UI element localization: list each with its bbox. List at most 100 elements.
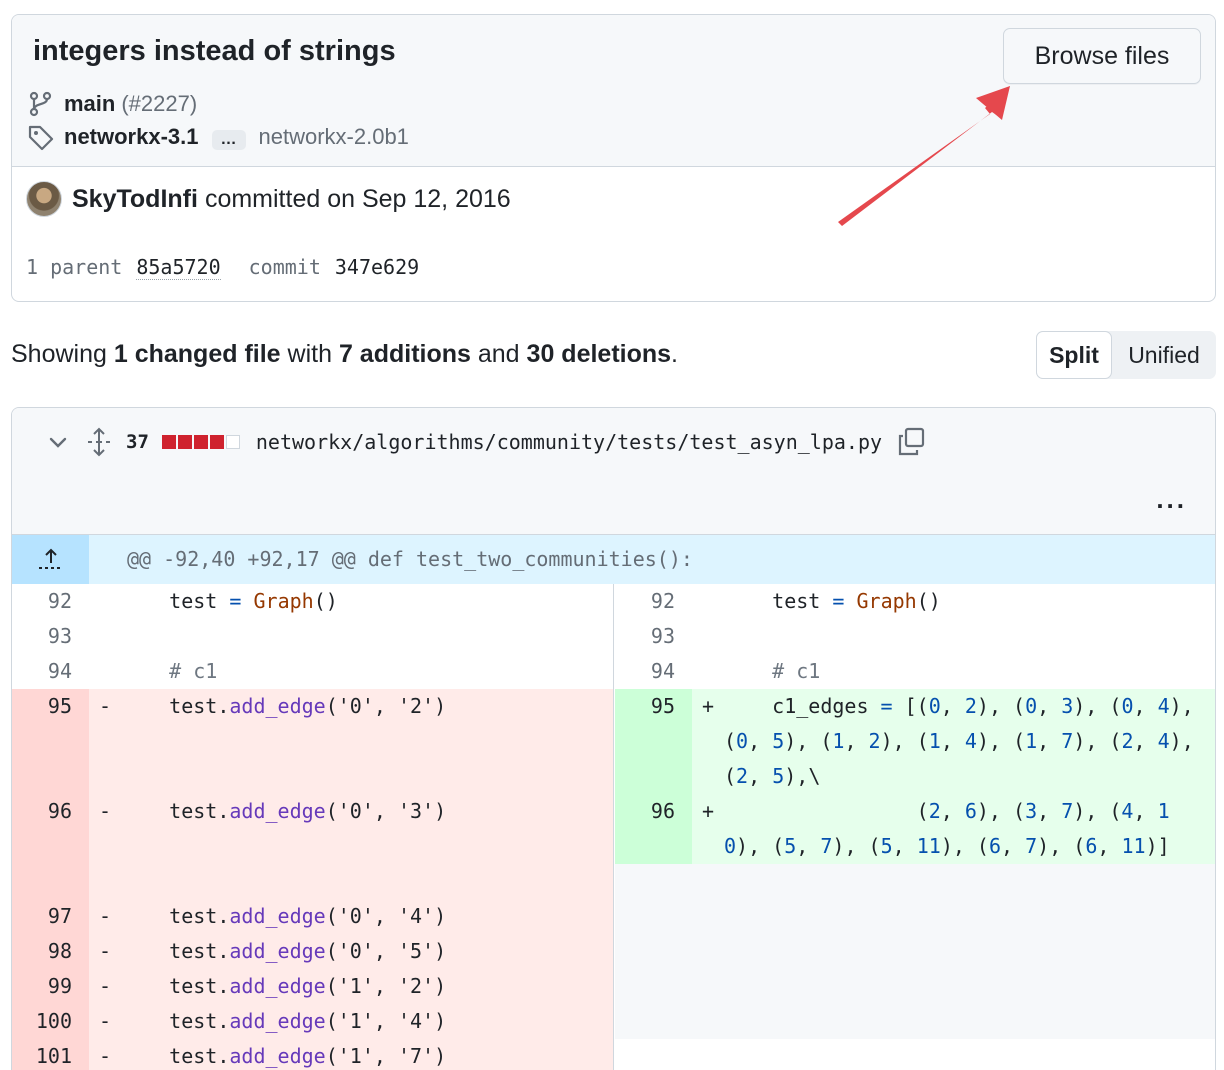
- file-path-link[interactable]: networkx/algorithms/community/tests/test…: [256, 430, 882, 454]
- browse-files-button[interactable]: Browse files: [1003, 28, 1201, 84]
- parent-label: 1 parent: [26, 255, 123, 279]
- avatar[interactable]: [26, 181, 62, 217]
- hunk-header-text: @@ -92,40 +92,17 @@ def test_two_communi…: [127, 547, 693, 571]
- diff-line: 92 test = Graph(): [615, 584, 1215, 619]
- chevron-down-icon[interactable]: [46, 430, 70, 454]
- summary-changed-files[interactable]: 1 changed file: [114, 340, 281, 368]
- summary-deletions: 30 deletions: [526, 340, 672, 368]
- commit-summary-panel: integers instead of strings Browse files…: [12, 15, 1215, 167]
- line-sign: +: [701, 694, 715, 718]
- line-number[interactable]: 92: [615, 584, 692, 619]
- line-code: test.add_edge('0', '3'): [121, 799, 447, 823]
- diff-line-deleted: 99 - test.add_edge('1', '2'): [12, 969, 613, 1004]
- line-sign: [89, 654, 121, 689]
- author-row: SkyTodInfi committed on Sep 12, 2016: [26, 181, 511, 217]
- summary-additions: 7 additions: [338, 340, 471, 368]
- git-branch-icon: [29, 91, 52, 117]
- copy-icon[interactable]: [896, 427, 926, 457]
- diff-line-deleted: 98 - test.add_edge('0', '5'): [12, 934, 613, 969]
- author-link[interactable]: SkyTodInfi: [72, 185, 198, 214]
- diffstat-block-deletion: [177, 435, 192, 449]
- left-diff-pane: 92 test = Graph() 93 94 # c1 95 - test.a…: [12, 584, 614, 1070]
- diff-line-added: 95 + c1_edges = [(0, 2), (0, 3), (0, 4),…: [615, 689, 1215, 794]
- line-number[interactable]: 99: [12, 969, 89, 1004]
- file-diff: 37 networkx/algorithms/community/tests/t…: [11, 407, 1216, 1070]
- pr-reference[interactable]: (#2227): [121, 91, 197, 117]
- line-sign: -: [98, 694, 112, 718]
- line-sign: -: [98, 974, 112, 998]
- kebab-icon[interactable]: ...: [1156, 486, 1187, 512]
- diff-view-toggle: Split Unified: [1036, 331, 1216, 379]
- diffstat-block-deletion: [161, 435, 176, 449]
- line-sign: -: [98, 1009, 112, 1033]
- line-number[interactable]: 101: [12, 1039, 89, 1070]
- expand-icon[interactable]: [86, 427, 112, 457]
- split-view-button[interactable]: Split: [1036, 331, 1112, 379]
- line-code: # c1: [121, 659, 218, 683]
- commit-sha: 347e629: [334, 255, 420, 279]
- empty-diff-filler: [615, 864, 1215, 1039]
- diffstat-bar: [161, 435, 242, 449]
- line-code: # c1: [724, 659, 821, 683]
- change-count: 37: [126, 431, 149, 453]
- line-code: test.add_edge('1', '7'): [121, 1044, 447, 1068]
- unified-view-button[interactable]: Unified: [1112, 331, 1216, 379]
- tag-row: networkx-3.1 … networkx-2.0b1: [27, 122, 409, 152]
- line-number[interactable]: 96: [615, 794, 692, 864]
- diff-line-deleted: 97 - test.add_edge('0', '4'): [12, 899, 613, 934]
- line-sign: [692, 584, 724, 619]
- line-number[interactable]: 95: [12, 689, 89, 794]
- diff-line-deleted: 95 - test.add_edge('0', '2'): [12, 689, 613, 794]
- line-sign: -: [98, 1044, 112, 1068]
- parent-sha-link[interactable]: 85a5720: [136, 255, 221, 280]
- line-code: test.add_edge('0', '2'): [121, 694, 447, 718]
- line-code: test = Graph(): [724, 589, 941, 613]
- committed-date: committed on Sep 12, 2016: [204, 184, 511, 213]
- line-code: test.add_edge('0', '5'): [121, 939, 447, 963]
- diff-line: 94 # c1: [615, 654, 1215, 689]
- branch-row: main (#2227): [27, 89, 197, 119]
- line-sign: [89, 619, 121, 654]
- diff-line: 92 test = Graph(): [12, 584, 613, 619]
- diff-line-deleted: 96 - test.add_edge('0', '3'): [12, 794, 613, 899]
- branch-link[interactable]: main: [64, 91, 115, 117]
- line-number[interactable]: 96: [12, 794, 89, 899]
- file-header: 37 networkx/algorithms/community/tests/t…: [12, 408, 1215, 535]
- tag-oldest-link[interactable]: networkx-2.0b1: [259, 124, 409, 150]
- line-number[interactable]: 93: [615, 619, 692, 654]
- right-diff-pane: 92 test = Graph() 93 94 # c1 95 + c1_edg…: [615, 584, 1215, 1070]
- commit-title: integers instead of strings: [33, 35, 396, 67]
- line-number[interactable]: 98: [12, 934, 89, 969]
- line-number[interactable]: 94: [615, 654, 692, 689]
- commit-meta: 1 parent 85a5720 commit 347e629: [26, 255, 419, 280]
- line-sign: -: [98, 904, 112, 928]
- line-code: test = Graph(): [121, 589, 338, 613]
- tags-expand-button[interactable]: …: [211, 130, 246, 150]
- hunk-header: @@ -92,40 +92,17 @@ def test_two_communi…: [12, 535, 1215, 584]
- commit-label: commit: [248, 255, 321, 279]
- summary-with: with: [287, 340, 332, 368]
- line-number[interactable]: 92: [12, 584, 89, 619]
- line-number[interactable]: 93: [12, 619, 89, 654]
- line-code: test.add_edge('0', '4'): [121, 904, 447, 928]
- summary-showing: Showing: [11, 340, 107, 368]
- line-sign: +: [701, 799, 715, 823]
- line-number[interactable]: 95: [615, 689, 692, 794]
- diff-line-deleted: 101 - test.add_edge('1', '7'): [12, 1039, 613, 1070]
- tag-latest-link[interactable]: networkx-3.1: [64, 124, 199, 150]
- line-number[interactable]: 100: [12, 1004, 89, 1039]
- diff-line: 93: [12, 619, 613, 654]
- diff-line-added: 96 + (2, 6), (3, 7), (4, 10), (5, 7), (5…: [615, 794, 1215, 864]
- expand-up-icon[interactable]: [12, 535, 89, 584]
- summary-and: and: [477, 340, 520, 368]
- line-code: c1_edges = [(0, 2), (0, 3), (0, 4), (0, …: [724, 694, 1206, 788]
- diff-line: 93: [615, 619, 1215, 654]
- line-code: test.add_edge('1', '4'): [121, 1009, 447, 1033]
- line-number[interactable]: 94: [12, 654, 89, 689]
- line-code: [121, 619, 613, 654]
- line-code: (2, 6), (3, 7), (4, 10), (5, 7), (5, 11)…: [724, 799, 1170, 858]
- diff-line-deleted: 100 - test.add_edge('1', '4'): [12, 1004, 613, 1039]
- diff-line: 94 # c1: [12, 654, 613, 689]
- line-number[interactable]: 97: [12, 899, 89, 934]
- line-sign: [89, 584, 121, 619]
